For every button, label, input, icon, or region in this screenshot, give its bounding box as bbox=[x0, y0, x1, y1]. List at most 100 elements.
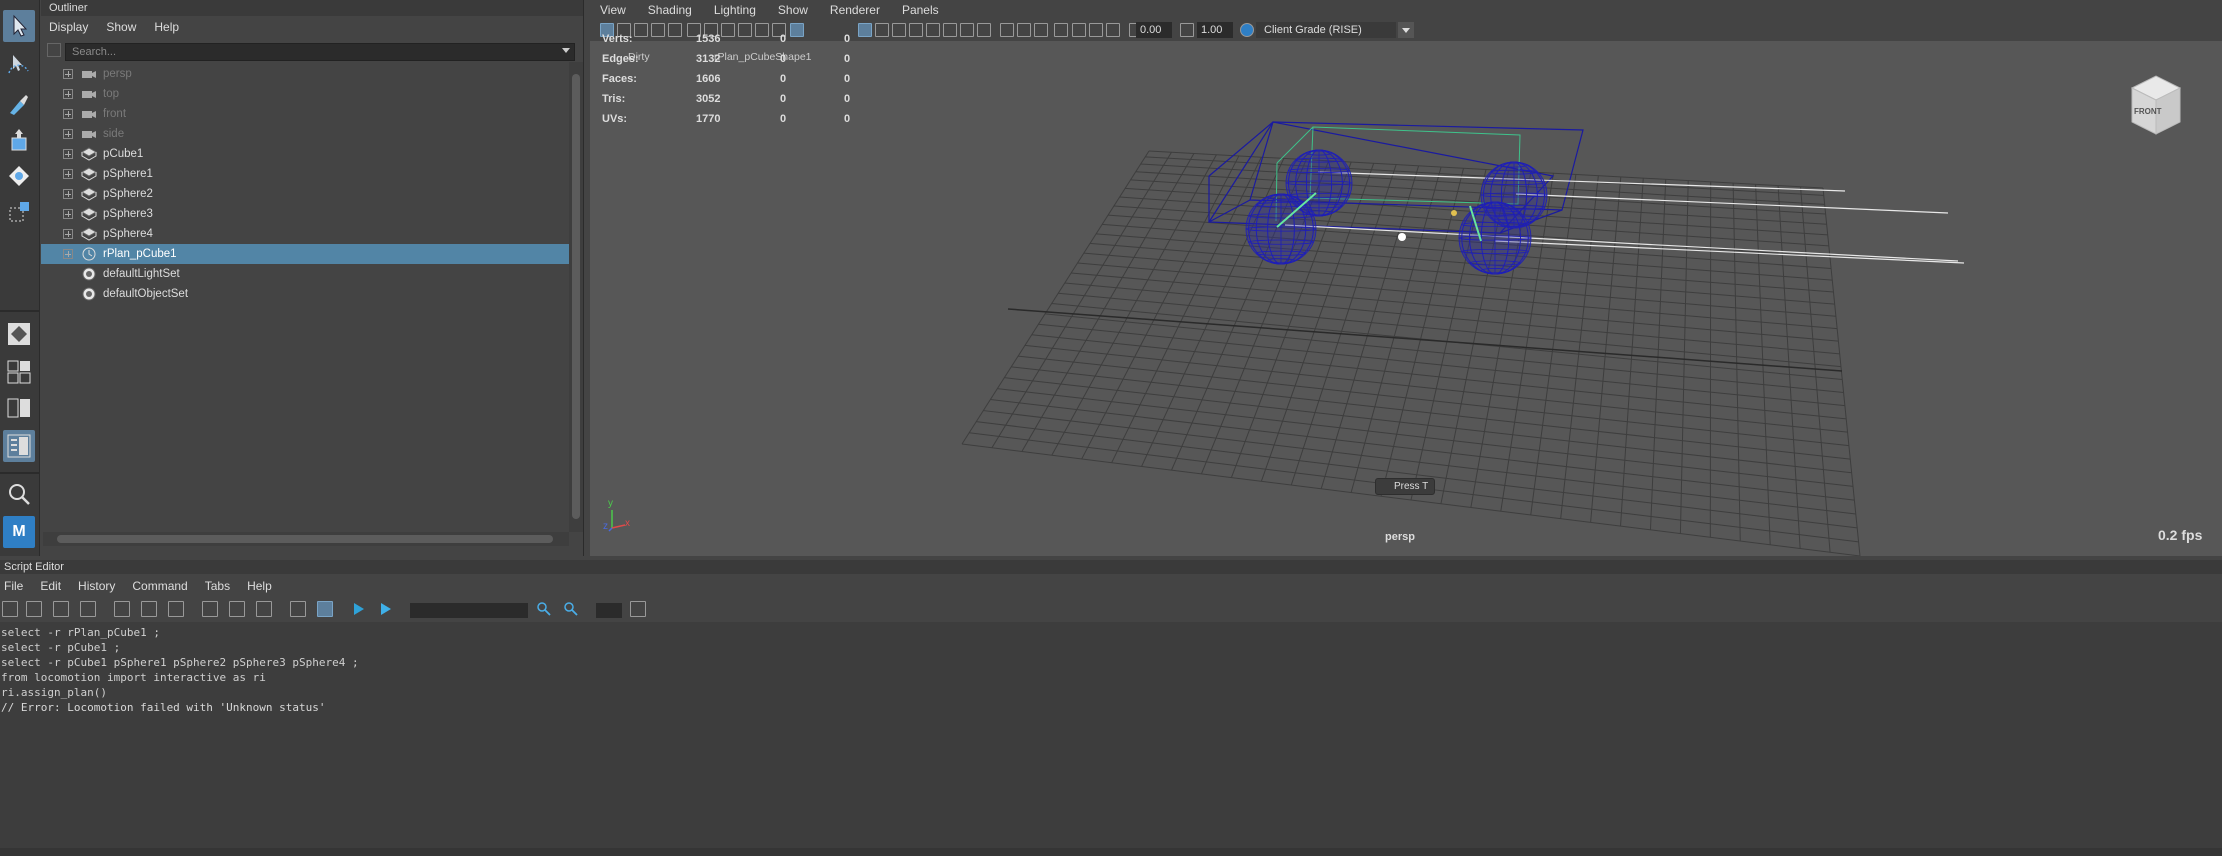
xray-components-icon[interactable] bbox=[1106, 23, 1120, 37]
gamma-icon[interactable] bbox=[1180, 23, 1194, 37]
scale-tool-icon[interactable] bbox=[3, 196, 35, 228]
outliner-item[interactable]: defaultObjectSet bbox=[41, 284, 569, 304]
image-plane-icon[interactable] bbox=[651, 23, 665, 37]
select-tool-icon[interactable] bbox=[3, 10, 35, 42]
outliner-item[interactable]: defaultLightSet bbox=[41, 264, 569, 284]
outliner-item[interactable]: pSphere3 bbox=[41, 204, 569, 224]
search-up-icon[interactable] bbox=[563, 601, 579, 617]
menu-display[interactable]: Display bbox=[49, 17, 88, 37]
motion-blur-icon[interactable] bbox=[1000, 23, 1014, 37]
exposure-field[interactable]: 0.00 bbox=[1136, 22, 1172, 38]
expand-icon[interactable] bbox=[63, 89, 73, 99]
bookmark-icon[interactable] bbox=[634, 23, 648, 37]
depth-of-field-icon[interactable] bbox=[1034, 23, 1048, 37]
menu-view[interactable]: View bbox=[600, 0, 626, 20]
2d-pan-zoom-icon[interactable] bbox=[668, 23, 682, 37]
outliner-item[interactable]: front bbox=[41, 104, 569, 124]
resolution-gate-icon[interactable] bbox=[738, 23, 752, 37]
chevron-down-icon[interactable] bbox=[1398, 22, 1414, 38]
menu-panels[interactable]: Panels bbox=[902, 0, 939, 20]
save-script-icon[interactable] bbox=[53, 601, 69, 617]
two-view-layout-icon[interactable] bbox=[3, 392, 35, 424]
outliner-horizontal-scrollbar[interactable] bbox=[43, 532, 569, 546]
move-tool-icon[interactable] bbox=[3, 124, 35, 156]
show-history-icon[interactable] bbox=[202, 601, 218, 617]
film-gate-icon[interactable] bbox=[721, 23, 735, 37]
show-input-icon[interactable] bbox=[229, 601, 245, 617]
expand-icon[interactable] bbox=[63, 189, 73, 199]
expand-icon[interactable] bbox=[63, 229, 73, 239]
single-view-layout-icon[interactable] bbox=[3, 318, 35, 350]
menu-show[interactable]: Show bbox=[106, 17, 136, 37]
execute-all-icon[interactable] bbox=[378, 601, 394, 617]
smooth-shade-icon[interactable] bbox=[875, 23, 889, 37]
show-both-icon[interactable] bbox=[256, 601, 272, 617]
ambient-occlusion-icon[interactable] bbox=[977, 23, 991, 37]
outliner-item[interactable]: pCube1 bbox=[41, 144, 569, 164]
expand-icon[interactable] bbox=[63, 129, 73, 139]
clear-history-icon[interactable] bbox=[114, 601, 130, 617]
menu-lighting[interactable]: Lighting bbox=[714, 0, 756, 20]
menu-edit[interactable]: Edit bbox=[40, 576, 61, 596]
menu-command[interactable]: Command bbox=[132, 576, 187, 596]
outliner-item[interactable]: persp bbox=[41, 64, 569, 84]
highlight-icon[interactable] bbox=[790, 23, 804, 37]
paint-select-tool-icon[interactable] bbox=[3, 88, 35, 120]
outliner-item[interactable]: pSphere1 bbox=[41, 164, 569, 184]
outliner-vertical-scrollbar[interactable] bbox=[569, 62, 583, 532]
clear-all-icon[interactable] bbox=[168, 601, 184, 617]
lasso-tool-icon[interactable] bbox=[3, 48, 35, 80]
script-history-pane[interactable]: select -r rPlan_pCube1 ; select -r pCube1… bbox=[0, 622, 2222, 854]
expand-icon[interactable] bbox=[63, 149, 73, 159]
scrollbar-thumb[interactable] bbox=[572, 74, 580, 519]
default-material-icon[interactable] bbox=[892, 23, 906, 37]
filter-icon[interactable] bbox=[47, 43, 61, 57]
expand-icon[interactable] bbox=[63, 69, 73, 79]
goto-line-input[interactable] bbox=[596, 603, 622, 618]
viewport-canvas[interactable]: Dirty rPlan_pCubeShape1 Verts: 1536 0 0 Edge… bbox=[590, 33, 2222, 557]
menu-history[interactable]: History bbox=[78, 576, 115, 596]
color-management-icon[interactable] bbox=[1240, 23, 1254, 37]
lights-icon[interactable] bbox=[943, 23, 957, 37]
wireframe-on-shaded-icon[interactable] bbox=[909, 23, 923, 37]
search-icon[interactable] bbox=[3, 478, 35, 510]
rotate-tool-icon[interactable] bbox=[3, 160, 35, 192]
expand-icon[interactable] bbox=[63, 169, 73, 179]
outliner-item[interactable]: pSphere2 bbox=[41, 184, 569, 204]
outliner-item[interactable]: rPlan_pCube1 bbox=[41, 244, 569, 264]
outliner-search-input[interactable]: Search... bbox=[65, 43, 575, 61]
open-script-icon[interactable] bbox=[2, 601, 18, 617]
outliner-item[interactable]: top bbox=[41, 84, 569, 104]
menu-file[interactable]: File bbox=[4, 576, 23, 596]
search-down-icon[interactable] bbox=[536, 601, 552, 617]
xray-joints-icon[interactable] bbox=[1089, 23, 1103, 37]
menu-show[interactable]: Show bbox=[778, 0, 808, 20]
view-transform-dropdown[interactable]: Client Grade (RISE) bbox=[1256, 22, 1396, 38]
execute-selected-icon[interactable] bbox=[351, 601, 367, 617]
menu-help[interactable]: Help bbox=[247, 576, 272, 596]
press-t-hint[interactable]: Press T bbox=[1375, 478, 1435, 495]
wireframe-icon[interactable] bbox=[858, 23, 872, 37]
line-numbers-icon[interactable] bbox=[317, 601, 333, 617]
scrollbar-thumb[interactable] bbox=[57, 535, 553, 543]
menu-renderer[interactable]: Renderer bbox=[830, 0, 880, 20]
script-search-input[interactable] bbox=[410, 603, 528, 618]
expand-icon[interactable] bbox=[63, 109, 73, 119]
isolate-select-icon[interactable] bbox=[1054, 23, 1068, 37]
gate-mask-icon[interactable] bbox=[755, 23, 769, 37]
save-to-shelf-icon[interactable] bbox=[80, 601, 96, 617]
echo-commands-icon[interactable] bbox=[290, 601, 306, 617]
menu-help[interactable]: Help bbox=[154, 17, 179, 37]
xray-icon[interactable] bbox=[1072, 23, 1086, 37]
source-script-icon[interactable] bbox=[26, 601, 42, 617]
textured-icon[interactable] bbox=[926, 23, 940, 37]
expand-icon[interactable] bbox=[63, 209, 73, 219]
expand-icon[interactable] bbox=[63, 249, 73, 259]
search-dropdown-icon[interactable] bbox=[562, 48, 570, 53]
goto-line-icon[interactable] bbox=[630, 601, 646, 617]
viewcube[interactable]: FRONT bbox=[2128, 74, 2184, 138]
four-view-layout-icon[interactable] bbox=[3, 356, 35, 388]
outliner-layout-icon[interactable] bbox=[3, 430, 35, 462]
menu-shading[interactable]: Shading bbox=[648, 0, 692, 20]
shadows-icon[interactable] bbox=[960, 23, 974, 37]
